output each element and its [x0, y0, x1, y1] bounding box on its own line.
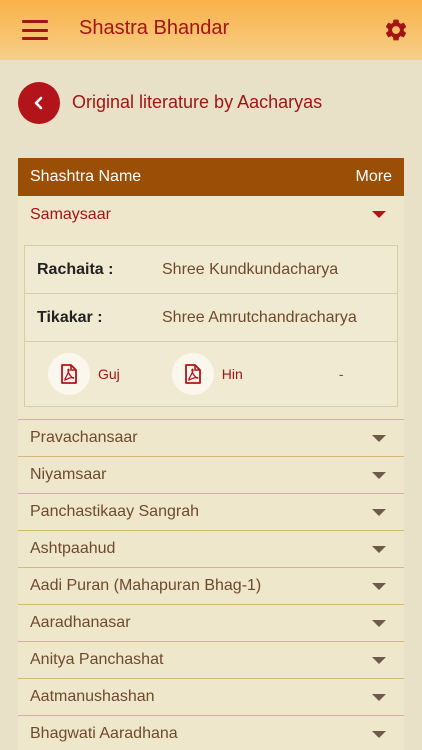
column-header-name: Shashtra Name — [30, 168, 142, 185]
detail-value: Shree Amrutchandracharya — [162, 308, 357, 326]
caret-down-icon[interactable] — [372, 619, 386, 627]
row-title: Pravachansaar — [30, 429, 138, 446]
row-title: Aatmanushashan — [30, 688, 155, 705]
table-row-expanded[interactable]: Samaysaar — [18, 196, 404, 233]
download-row: Guj Hin - — [25, 342, 397, 406]
row-title: Anitya Panchashat — [30, 651, 164, 668]
detail-row-tikakar: Tikakar : Shree Amrutchandracharya — [25, 294, 397, 342]
chevron-left-icon — [34, 96, 43, 110]
row-title: Samaysaar — [30, 205, 111, 223]
caret-down-icon[interactable] — [372, 656, 386, 664]
caret-down-icon[interactable] — [372, 471, 386, 479]
download-hin[interactable]: Hin — [171, 353, 243, 395]
caret-down-icon[interactable] — [372, 434, 386, 442]
details-box: Rachaita : Shree Kundkundacharya Tikakar… — [24, 245, 398, 407]
detail-row-rachaita: Rachaita : Shree Kundkundacharya — [25, 246, 397, 294]
row-title: Bhagwati Aaradhana — [30, 725, 178, 742]
table-row[interactable]: Aaradhanasar — [18, 605, 404, 642]
row-title: Ashtpaahud — [30, 540, 116, 557]
table-row[interactable]: Panchastikaay Sangrah — [18, 494, 404, 531]
table-row[interactable]: Anitya Panchashat — [18, 642, 404, 679]
table-row[interactable]: Niyamsaar — [18, 457, 404, 494]
table-header: Shashtra Name More — [18, 158, 404, 196]
download-label[interactable]: Guj — [98, 366, 120, 382]
gear-icon[interactable] — [383, 17, 409, 43]
table-row[interactable]: Aadi Puran (Mahapuran Bhag-1) — [18, 568, 404, 605]
detail-label: Tikakar : — [37, 308, 103, 326]
pdf-icon[interactable] — [48, 353, 90, 395]
row-title: Panchastikaay Sangrah — [30, 503, 199, 520]
caret-down-icon[interactable] — [372, 693, 386, 701]
row-details: Rachaita : Shree Kundkundacharya Tikakar… — [18, 233, 404, 420]
caret-down-icon[interactable] — [372, 508, 386, 516]
column-header-more: More — [355, 168, 392, 185]
detail-value: Shree Kundkundacharya — [162, 260, 339, 278]
caret-down-icon[interactable] — [372, 582, 386, 590]
detail-label: Rachaita : — [37, 260, 114, 278]
download-guj[interactable]: Guj — [48, 353, 120, 395]
back-button[interactable] — [18, 82, 60, 124]
table-row[interactable]: Pravachansaar — [18, 420, 404, 457]
row-title: Aaradhanasar — [30, 614, 131, 631]
caret-down-icon[interactable] — [372, 545, 386, 553]
table-row[interactable]: Bhagwati Aaradhana — [18, 716, 404, 750]
app-header: Shastra Bhandar — [0, 0, 422, 60]
caret-down-icon[interactable] — [372, 730, 386, 738]
pdf-icon[interactable] — [171, 353, 214, 395]
app-title: Shastra Bhandar — [79, 17, 230, 39]
extra-value: - — [338, 366, 344, 382]
shastra-table: Shashtra Name More Samaysaar Rachaita : … — [18, 158, 404, 750]
table-row[interactable]: Aatmanushashan — [18, 679, 404, 716]
row-title: Niyamsaar — [30, 466, 107, 483]
row-title: Aadi Puran (Mahapuran Bhag-1) — [30, 577, 262, 594]
table-row[interactable]: Ashtpaahud — [18, 531, 404, 568]
hamburger-menu-icon[interactable] — [22, 20, 48, 40]
page-title: Original literature by Aacharyas — [72, 92, 323, 112]
caret-down-icon[interactable] — [372, 211, 386, 218]
download-label[interactable]: Hin — [222, 366, 243, 382]
